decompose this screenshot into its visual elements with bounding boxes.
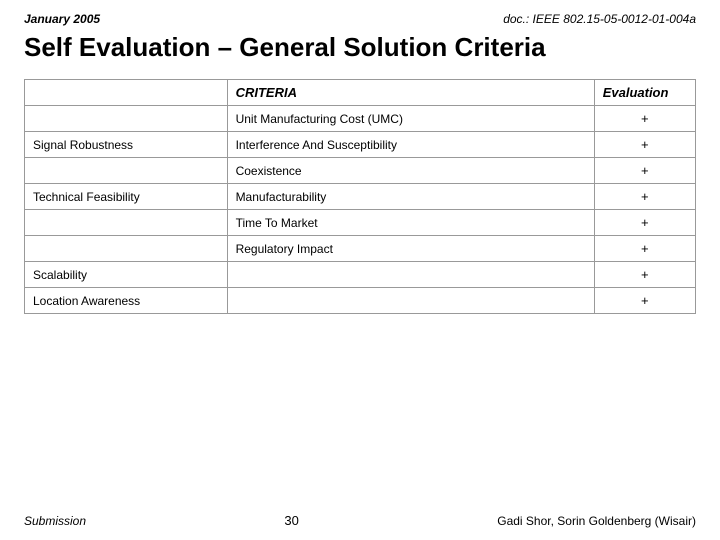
row-eval-value: + (594, 236, 695, 262)
footer-left: Submission (24, 514, 86, 528)
row-group-label: Scalability (25, 262, 228, 288)
table-row: Coexistence+ (25, 158, 696, 184)
page: January 2005 doc.: IEEE 802.15-05-0012-0… (0, 0, 720, 540)
row-group-label: Signal Robustness (25, 132, 228, 158)
table-row: Technical FeasibilityManufacturability+ (25, 184, 696, 210)
footer-center: 30 (284, 513, 298, 528)
table-container: CRITERIA Evaluation Unit Manufacturing C… (24, 79, 696, 499)
table-row: Regulatory Impact+ (25, 236, 696, 262)
row-eval-value: + (594, 262, 695, 288)
row-group-label: Technical Feasibility (25, 184, 228, 210)
row-eval-value: + (594, 288, 695, 314)
row-group-label (25, 210, 228, 236)
row-eval-value: + (594, 158, 695, 184)
row-criteria-text (227, 288, 594, 314)
criteria-table: CRITERIA Evaluation Unit Manufacturing C… (24, 79, 696, 314)
table-row: Location Awareness + (25, 288, 696, 314)
footer: Submission 30 Gadi Shor, Sorin Goldenber… (24, 509, 696, 528)
header: January 2005 doc.: IEEE 802.15-05-0012-0… (24, 12, 696, 26)
row-criteria-text: Coexistence (227, 158, 594, 184)
row-group-label: Location Awareness (25, 288, 228, 314)
row-eval-value: + (594, 210, 695, 236)
criteria-header: CRITERIA (227, 80, 594, 106)
evaluation-header: Evaluation (594, 80, 695, 106)
col1-header (25, 80, 228, 106)
header-date: January 2005 (24, 12, 100, 26)
row-criteria-text: Unit Manufacturing Cost (UMC) (227, 106, 594, 132)
footer-right: Gadi Shor, Sorin Goldenberg (Wisair) (497, 514, 696, 528)
row-eval-value: + (594, 132, 695, 158)
row-group-label (25, 158, 228, 184)
row-group-label (25, 106, 228, 132)
table-row: Scalability + (25, 262, 696, 288)
table-row: Unit Manufacturing Cost (UMC)+ (25, 106, 696, 132)
row-criteria-text: Interference And Susceptibility (227, 132, 594, 158)
row-eval-value: + (594, 184, 695, 210)
page-title: Self Evaluation – General Solution Crite… (24, 32, 696, 63)
table-header-row: CRITERIA Evaluation (25, 80, 696, 106)
table-row: Signal RobustnessInterference And Suscep… (25, 132, 696, 158)
row-eval-value: + (594, 106, 695, 132)
table-row: Time To Market+ (25, 210, 696, 236)
row-criteria-text: Time To Market (227, 210, 594, 236)
row-group-label (25, 236, 228, 262)
header-doc: doc.: IEEE 802.15-05-0012-01-004a (503, 12, 696, 26)
row-criteria-text: Manufacturability (227, 184, 594, 210)
row-criteria-text (227, 262, 594, 288)
row-criteria-text: Regulatory Impact (227, 236, 594, 262)
